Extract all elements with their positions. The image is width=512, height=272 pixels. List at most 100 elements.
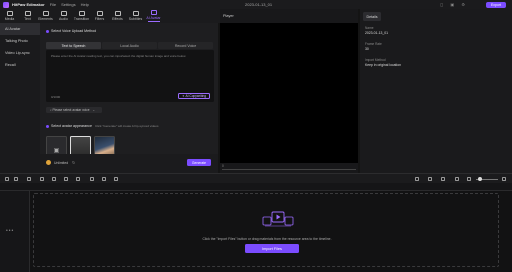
menu-help[interactable]: Help — [81, 2, 89, 7]
tool-label: Text — [24, 17, 31, 21]
audio-icon — [60, 11, 67, 16]
tool-text[interactable]: Text — [19, 9, 36, 23]
tool-ai-avatar[interactable]: AI Avatar — [145, 9, 162, 23]
tool-elements[interactable]: Elements — [37, 9, 54, 23]
main-toolbar: Media Text Elements Audio Transition Fil… — [0, 9, 220, 23]
detail-label-frame-rate: Frame Rate — [365, 42, 382, 46]
snap-icon[interactable] — [415, 177, 419, 181]
timeline-dropzone[interactable]: Click the "Import Files" button or drag … — [33, 193, 499, 267]
video-preview[interactable] — [220, 23, 358, 163]
sidebar-item-video-lip-sync[interactable]: Video Lip-sync — [0, 47, 40, 59]
fit-timeline-icon[interactable] — [502, 177, 506, 181]
char-count: 0/1000 — [51, 95, 61, 99]
menu-settings[interactable]: Settings — [61, 2, 75, 7]
speed-icon[interactable] — [64, 177, 68, 181]
refresh-icon[interactable]: ↻ — [72, 160, 75, 165]
feature-sidebar: AI Avatar Talking Photo Video Lip-sync R… — [0, 23, 40, 173]
filters-icon — [96, 11, 103, 16]
tool-subtitles[interactable]: Subtitles — [127, 9, 144, 23]
playback-time: 0 — [222, 164, 224, 168]
zoom-in-icon[interactable] — [467, 177, 471, 181]
track-header: ••• — [0, 191, 30, 272]
voice-method-tabs: Text to Speech Local Audio Record Voice — [46, 42, 214, 49]
tool-filters[interactable]: Filters — [91, 9, 108, 23]
detail-value-name: 2023-01-13_01 — [365, 31, 389, 35]
menu-file[interactable]: File — [50, 2, 56, 7]
import-files-button[interactable]: Import Files — [245, 244, 299, 253]
tool-media[interactable]: Media — [1, 9, 18, 23]
crop-icon[interactable] — [52, 177, 56, 181]
playback-progress[interactable] — [222, 169, 356, 170]
details-panel: Details Name 2023-01-13_01 Frame Rate 30… — [360, 9, 512, 173]
step-dot-icon — [46, 124, 49, 128]
image-upload-icon: ▣ — [53, 147, 60, 154]
credits-label: Unlimited — [54, 161, 69, 165]
zoom-out-icon[interactable] — [455, 177, 459, 181]
speech-text-placeholder: Please enter the AI Avatar reading text,… — [51, 54, 187, 58]
delete-icon[interactable] — [27, 177, 31, 181]
tool-effects[interactable]: Effects — [109, 9, 126, 23]
text-icon — [24, 11, 31, 16]
tab-record-voice[interactable]: Record Voice — [158, 42, 213, 49]
import-media-icon — [262, 211, 294, 227]
player-controls: 0 — [220, 163, 358, 173]
undo-icon[interactable] — [5, 177, 9, 181]
sidebar-item-talking-photo[interactable]: Talking Photo — [0, 35, 40, 47]
sidebar-item-recall[interactable]: Recall — [0, 59, 40, 71]
freeze-icon[interactable] — [76, 177, 80, 181]
mirror-icon[interactable] — [90, 177, 94, 181]
generate-button[interactable]: Generate — [187, 159, 211, 166]
step-dot-icon — [46, 29, 49, 33]
magnet-icon[interactable] — [441, 177, 445, 181]
sidebar-item-ai-avatar[interactable]: AI Avatar — [0, 23, 40, 35]
ai-avatar-icon — [150, 10, 157, 16]
credit-coin-icon — [46, 160, 51, 165]
tool-label: Subtitles — [128, 17, 143, 21]
app-logo-icon — [3, 1, 9, 8]
media-icon — [6, 11, 13, 16]
tool-label: Audio — [59, 17, 68, 21]
record-icon[interactable] — [114, 177, 118, 181]
voice-section-title: Select Voice Upload Method — [46, 29, 96, 33]
subtitles-icon — [132, 11, 139, 16]
zoom-slider-handle[interactable] — [478, 177, 482, 181]
avatar-section-hint: Click "Generate" will create AI lip-sync… — [94, 124, 159, 128]
timeline-ruler[interactable] — [0, 183, 512, 191]
generate-bar: Unlimited ↻ Generate — [40, 154, 218, 173]
transition-icon — [78, 11, 85, 16]
tool-label: Media — [4, 17, 15, 21]
rotate-icon[interactable] — [102, 177, 106, 181]
speech-text-input[interactable]: Please enter the AI Avatar reading text,… — [46, 50, 214, 102]
timeline-toolbar — [0, 173, 512, 183]
chevron-down-icon: ⌄ — [92, 108, 96, 112]
tool-transition[interactable]: Transition — [73, 9, 90, 23]
window-controls-icon[interactable]: ◻ ▣ ⚙ — [440, 2, 468, 7]
title-bar: HitPaw Edimakor File Settings Help 2023-… — [0, 0, 512, 9]
avatar-section-title: Select avatar appearance Click "Generate… — [46, 124, 158, 128]
link-icon[interactable] — [428, 177, 432, 181]
detail-value-frame-rate: 30 — [365, 47, 369, 51]
split-icon[interactable] — [40, 177, 44, 181]
project-title: 2023-01-13_01 — [245, 2, 273, 7]
tab-local-audio[interactable]: Local Audio — [102, 42, 157, 49]
detail-value-import-method: Keep in original location — [365, 63, 402, 67]
export-button[interactable]: Export — [486, 1, 506, 8]
tool-label: Filters — [94, 17, 105, 21]
tab-text-to-speech[interactable]: Text to Speech — [46, 42, 101, 49]
player-panel: Player 0 — [220, 9, 358, 173]
redo-icon[interactable] — [14, 177, 18, 181]
ai-copywriting-button[interactable]: ✦ AI Copywriting — [178, 93, 210, 99]
elements-icon — [42, 11, 49, 16]
effects-icon — [114, 11, 121, 16]
ai-avatar-panel: Select Voice Upload Method Text to Speec… — [40, 23, 218, 173]
dropzone-hint: Click the "Import Files" button or drag … — [202, 237, 332, 241]
timeline-area[interactable]: Click the "Import Files" button or drag … — [30, 191, 512, 272]
tab-details[interactable]: Details — [363, 12, 381, 21]
tool-audio[interactable]: Audio — [55, 9, 72, 23]
avatar-voice-select[interactable]: ♪ Please select avatar voice ⌄ — [46, 107, 102, 113]
tool-label: AI Avatar — [146, 16, 161, 21]
more-options-icon[interactable]: ••• — [6, 228, 14, 234]
tool-label: Transition — [73, 17, 90, 21]
detail-label-import-method: Import Method — [365, 58, 386, 62]
player-title: Player — [223, 14, 234, 18]
